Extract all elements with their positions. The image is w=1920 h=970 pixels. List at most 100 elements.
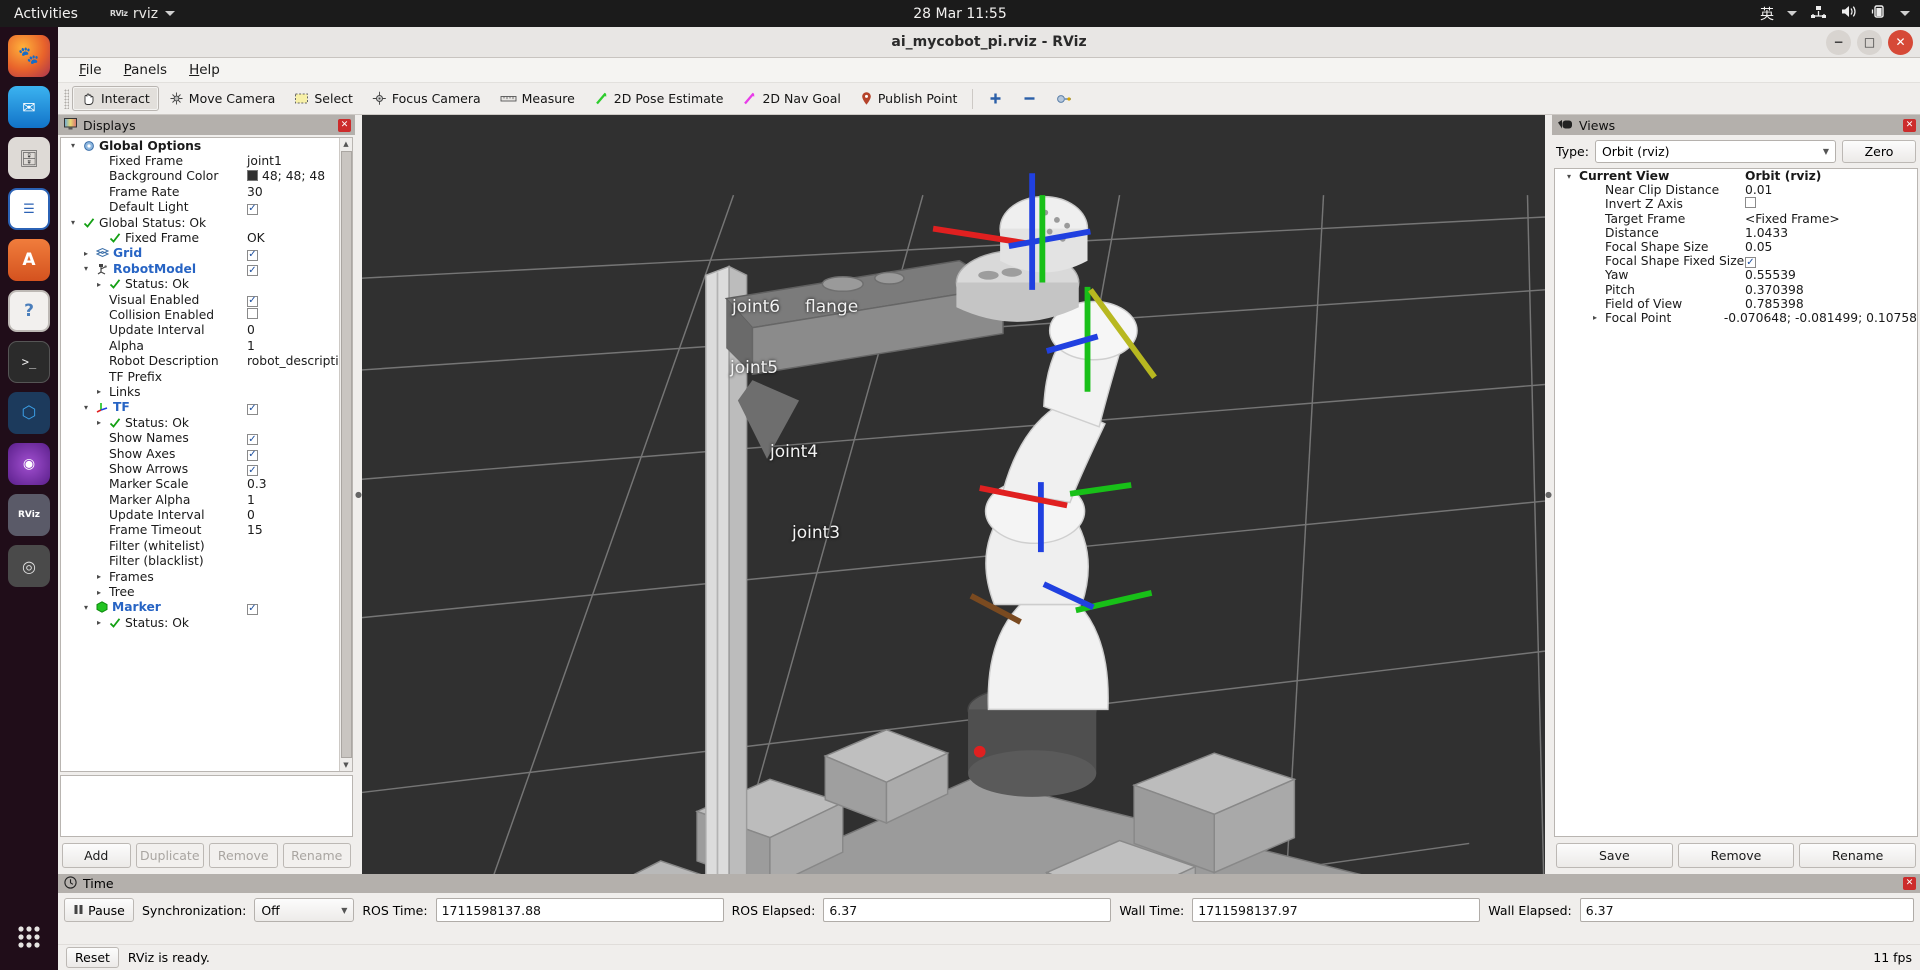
display-row-value[interactable] <box>243 307 339 322</box>
checkbox[interactable]: ✓ <box>247 434 258 446</box>
wall-time-field[interactable]: 1711598137.97 <box>1192 898 1481 922</box>
display-row-global-options[interactable]: ▾ Global Options <box>61 138 339 153</box>
app-menu[interactable]: RViz rviz <box>110 6 176 22</box>
dock-item-rviz[interactable]: RViz <box>8 494 50 536</box>
sync-combo[interactable]: Off ▼ <box>254 898 355 922</box>
view-row-focal-shape-size[interactable]: Focal Shape Size 0.05 <box>1555 240 1917 254</box>
checkbox[interactable]: ✓ <box>247 449 258 461</box>
dock-item-terminal[interactable]: >_ <box>8 341 50 383</box>
add-display[interactable]: Add <box>62 843 131 868</box>
3d-viewport[interactable]: joint6 flange joint5 joint4 joint3 <box>362 115 1545 874</box>
display-row-marker-scale[interactable]: Marker Scale 0.3 <box>61 477 339 492</box>
display-row-frame-rate[interactable]: Frame Rate 30 <box>61 184 339 199</box>
view-row-value[interactable] <box>1745 197 1917 211</box>
twisty-expanded-icon[interactable]: ▾ <box>67 218 79 227</box>
views-panel-close-icon[interactable]: ✕ <box>1903 118 1916 132</box>
scroll-up-icon[interactable]: ▲ <box>343 138 348 150</box>
display-row-value[interactable]: 0 <box>243 323 339 337</box>
checkbox[interactable]: ✓ <box>247 249 258 261</box>
tool-add[interactable] <box>979 86 1012 111</box>
view-row-near-clip-distance[interactable]: Near Clip Distance 0.01 <box>1555 183 1917 197</box>
display-row-background-color[interactable]: Background Color 48; 48; 48 <box>61 169 339 184</box>
display-row-value[interactable]: 48; 48; 48 <box>243 169 339 183</box>
display-row-value[interactable]: 0.3 <box>243 477 339 491</box>
display-row-status-ok[interactable]: ▸ Status: Ok <box>61 277 339 292</box>
display-row-links[interactable]: ▸ Links <box>61 384 339 399</box>
view-row-focal-shape-fixed-size[interactable]: Focal Shape Fixed Size ✓ <box>1555 254 1917 269</box>
dock-item-libreoffice-writer[interactable]: ☰ <box>8 188 50 230</box>
display-row-value[interactable]: ✓ <box>243 262 339 277</box>
checkbox[interactable]: ✓ <box>247 603 258 615</box>
view-row-value[interactable]: Orbit (rviz) <box>1745 169 1917 183</box>
dock-item-thunderbird[interactable]: ✉ <box>8 86 50 128</box>
twisty-collapsed-icon[interactable]: ▸ <box>93 572 105 581</box>
twisty-expanded-icon[interactable]: ▾ <box>80 264 92 273</box>
checkbox[interactable]: ✓ <box>247 295 258 307</box>
display-row-update-interval[interactable]: Update Interval 0 <box>61 323 339 338</box>
display-row-alpha[interactable]: Alpha 1 <box>61 338 339 353</box>
checkbox[interactable]: ✓ <box>247 203 258 215</box>
view-row-focal-point[interactable]: ▸ Focal Point -0.070648; -0.081499; 0.1075… <box>1555 311 1917 325</box>
twisty-expanded-icon[interactable]: ▾ <box>80 603 92 612</box>
display-row-fixed-frame[interactable]: Fixed Frame joint1 <box>61 153 339 168</box>
checkbox[interactable]: ✓ <box>247 265 258 277</box>
right-splitter-handle[interactable]: ● <box>1545 115 1552 874</box>
checkbox[interactable]: ✓ <box>247 403 258 415</box>
display-row-tree[interactable]: ▸ Tree <box>61 584 339 599</box>
display-row-value[interactable]: ✓ <box>243 600 339 615</box>
display-row-value[interactable]: robot_description <box>243 354 339 368</box>
save-view[interactable]: Save <box>1556 843 1673 868</box>
view-row-pitch[interactable]: Pitch 0.370398 <box>1555 283 1917 297</box>
display-row-default-light[interactable]: Default Light ✓ <box>61 200 339 215</box>
tray-chevron-down-icon[interactable] <box>1900 11 1910 16</box>
twisty-expanded-icon[interactable]: ▾ <box>1563 172 1575 181</box>
close-button[interactable]: ✕ <box>1888 29 1913 55</box>
display-row-tf-prefix[interactable]: TF Prefix <box>61 369 339 384</box>
twisty-collapsed-icon[interactable]: ▸ <box>93 618 105 627</box>
menu-panels[interactable]: Panels <box>115 59 176 81</box>
tool-2d-nav-goal[interactable]: 2D Nav Goal <box>733 86 849 111</box>
activities-button[interactable]: Activities <box>0 6 92 22</box>
input-method-label[interactable]: 英 <box>1760 4 1774 24</box>
display-row-marker-alpha[interactable]: Marker Alpha 1 <box>61 492 339 507</box>
display-row-value[interactable]: ✓ <box>243 462 339 477</box>
menu-file[interactable]: File <box>70 59 111 81</box>
display-row-value[interactable]: ✓ <box>243 292 339 307</box>
view-row-value[interactable]: 0.370398 <box>1745 283 1917 297</box>
view-row-current-view[interactable]: ▾ Current View Orbit (rviz) <box>1555 169 1917 183</box>
view-row-distance[interactable]: Distance 1.0433 <box>1555 226 1917 240</box>
displays-tree[interactable]: ▾ Global Options Fixed Frame joint1 Backgrou… <box>60 137 353 772</box>
twisty-collapsed-icon[interactable]: ▸ <box>1589 313 1601 322</box>
view-row-value[interactable]: 0.785398 <box>1745 297 1917 311</box>
volume-icon[interactable] <box>1840 4 1858 23</box>
view-row-value[interactable]: ✓ <box>1745 254 1917 269</box>
maximize-button[interactable]: □ <box>1857 29 1882 55</box>
display-row-marker[interactable]: ▾ Marker ✓ <box>61 600 339 615</box>
view-row-value[interactable]: 0.55539 <box>1745 268 1917 282</box>
display-row-fixed-frame[interactable]: Fixed Frame OK <box>61 230 339 245</box>
view-row-value[interactable]: 0.01 <box>1745 183 1917 197</box>
view-row-value[interactable]: 1.0433 <box>1745 226 1917 240</box>
twisty-collapsed-icon[interactable]: ▸ <box>80 249 92 258</box>
pause-button[interactable]: Pause <box>64 898 134 922</box>
tool-remove[interactable] <box>1013 86 1046 111</box>
dock-item-vscode[interactable]: ⬡ <box>8 392 50 434</box>
reset-button[interactable]: Reset <box>66 947 119 968</box>
display-row-filter-blacklist[interactable]: Filter (blacklist) <box>61 554 339 569</box>
time-panel-close-icon[interactable]: ✕ <box>1903 877 1916 890</box>
display-row-filter-whitelist[interactable]: Filter (whitelist) <box>61 538 339 553</box>
twisty-expanded-icon[interactable]: ▾ <box>80 403 92 412</box>
display-row-value[interactable]: 15 <box>243 523 339 537</box>
display-row-visual-enabled[interactable]: Visual Enabled ✓ <box>61 292 339 307</box>
left-splitter-handle[interactable]: ● <box>355 115 362 874</box>
dock-item-help[interactable]: ? <box>8 290 50 332</box>
dock-item-ubuntu-software[interactable]: A <box>8 239 50 281</box>
display-row-value[interactable]: 0 <box>243 508 339 522</box>
wall-elapsed-field[interactable]: 6.37 <box>1579 898 1914 922</box>
tool-interact[interactable]: Interact <box>72 86 159 111</box>
display-row-value[interactable]: 1 <box>243 339 339 353</box>
tool-publish-point[interactable]: Publish Point <box>851 86 967 111</box>
views-tree[interactable]: ▾ Current View Orbit (rviz) Near Clip Dista… <box>1554 168 1918 837</box>
dock-item-disks[interactable]: ◎ <box>8 545 50 587</box>
view-row-yaw[interactable]: Yaw 0.55539 <box>1555 268 1917 282</box>
